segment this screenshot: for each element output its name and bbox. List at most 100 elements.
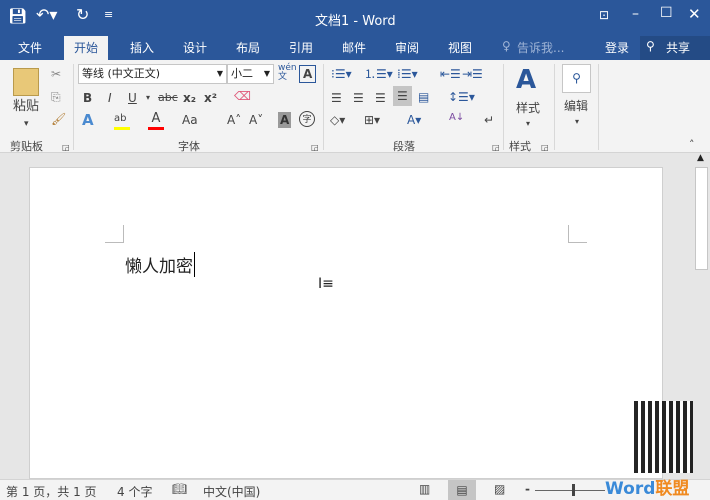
language[interactable]: 中文(中国) (203, 483, 260, 500)
word-count[interactable]: 4 个字 (117, 483, 152, 500)
web-layout-icon[interactable]: ▨ (494, 482, 505, 496)
maximize-button[interactable]: ☐ (660, 5, 673, 21)
zoom-slider[interactable] (535, 490, 605, 491)
strikethrough-button[interactable]: abc (158, 90, 178, 106)
share-button[interactable]: ⚲ 共享 (640, 36, 710, 60)
justify-icon[interactable]: ☰ (393, 86, 412, 106)
paragraph-launcher-icon[interactable]: ◲ (492, 140, 500, 156)
highlight-icon[interactable]: ab (114, 111, 130, 130)
margin-mark (105, 225, 124, 243)
zoom-out-button[interactable]: - (525, 482, 530, 496)
editing-dropdown-icon[interactable]: ▾ (575, 114, 579, 130)
distributed-icon[interactable]: ▤ (418, 89, 429, 105)
font-name-select[interactable]: 等线 (中文正文) ▼ (78, 64, 227, 84)
page-count[interactable]: 第 1 页，共 1 页 (6, 483, 97, 500)
numbering-icon[interactable]: ⒈☰▾ (364, 66, 393, 82)
tab-file[interactable]: 文件 (18, 39, 42, 56)
title-bar: 💾︎ ↶▾ ↻ ≡ 文档1 - Word ⊡ – ☐ ✕ (0, 0, 710, 36)
format-painter-icon[interactable]: 🖌︎ (51, 111, 66, 127)
bold-button[interactable]: B (83, 90, 92, 106)
margin-mark (568, 225, 587, 243)
change-case-icon[interactable]: Aa (182, 112, 198, 128)
paste-icon[interactable] (13, 68, 39, 96)
ribbon-display-icon[interactable]: ⊡ (599, 8, 609, 22)
close-button[interactable]: ✕ (688, 5, 701, 23)
styles-group-label: 样式 (509, 140, 531, 153)
i-beam-cursor-icon: I≡ (318, 276, 334, 292)
clipboard-group-label: 剪贴板 (10, 140, 43, 153)
save-icon[interactable]: 💾︎ (8, 7, 27, 25)
window-title: 文档1 - Word (315, 14, 396, 29)
grow-font-icon[interactable]: A˄ (227, 112, 241, 128)
read-mode-icon[interactable]: ▥ (419, 482, 430, 496)
status-bar: 第 1 页，共 1 页 4 个字 📖︎ 中文(中国) ▥ ▤ ▨ - Word联… (0, 479, 710, 500)
font-launcher-icon[interactable]: ◲ (311, 140, 319, 156)
shading-icon[interactable]: ◇▾ (330, 112, 345, 128)
sort-icon[interactable]: A↓ (449, 110, 464, 126)
bullets-icon[interactable]: ⁝☰▾ (331, 66, 352, 82)
font-color-icon[interactable]: A (148, 111, 164, 130)
subscript-button[interactable]: x₂ (183, 90, 196, 106)
paste-dropdown-icon[interactable]: ▾ (24, 116, 29, 132)
font-size-select[interactable]: 小二 ▼ (227, 64, 274, 84)
minimize-button[interactable]: – (632, 6, 639, 22)
font-group-label: 字体 (178, 140, 200, 153)
decrease-indent-icon[interactable]: ⇤☰ (440, 66, 461, 82)
document-text[interactable]: 懒人加密 (125, 252, 195, 277)
ribbon-tabs: 文件 开始 插入 设计 布局 引用 邮件 审阅 视图 ♀ 告诉我... 登录 ⚲… (0, 36, 710, 60)
redo-icon[interactable]: ↻ (76, 5, 89, 24)
styles-icon[interactable]: A (516, 65, 536, 95)
watermark-logo: Word联盟 (605, 479, 690, 499)
align-center-icon[interactable]: ☰ (353, 90, 364, 106)
styles-button[interactable]: 样式 (516, 100, 540, 116)
underline-button[interactable]: U (128, 90, 137, 106)
tab-mailings[interactable]: 邮件 (342, 39, 366, 56)
tab-design[interactable]: 设计 (183, 39, 207, 56)
proofing-icon[interactable]: 📖︎ (172, 482, 187, 496)
styles-launcher-icon[interactable]: ◲ (541, 140, 549, 156)
borders-icon[interactable]: ⊞▾ (364, 112, 380, 128)
shrink-font-icon[interactable]: A˅ (249, 112, 263, 128)
line-spacing-icon[interactable]: ↕☰▾ (448, 89, 475, 105)
copy-icon[interactable]: ⎘ (51, 89, 61, 105)
document-page[interactable]: 懒人加密 I≡ (29, 167, 706, 479)
multilevel-list-icon[interactable]: ⁞☰▾ (397, 66, 418, 82)
vertical-scrollbar[interactable]: ▲ (693, 153, 710, 479)
login-link[interactable]: 登录 (605, 39, 629, 56)
tell-me-input[interactable]: 告诉我... (517, 39, 564, 56)
tab-insert[interactable]: 插入 (130, 39, 154, 56)
italic-button[interactable]: I (108, 90, 112, 106)
find-icon[interactable]: ⚲ (562, 64, 591, 93)
customize-icon[interactable]: ≡ (104, 8, 113, 21)
person-add-icon: ⚲ (646, 39, 655, 53)
scroll-up-icon[interactable]: ▲ (697, 153, 704, 163)
zoom-slider-thumb[interactable] (572, 484, 575, 496)
phonetic-guide-icon[interactable]: wén 文 (278, 64, 297, 82)
scroll-thumb[interactable] (695, 167, 708, 270)
undo-icon[interactable]: ↶▾ (36, 5, 57, 24)
print-layout-icon[interactable]: ▤ (448, 480, 476, 500)
clear-formatting-icon[interactable]: ⌫ (234, 88, 251, 104)
paste-button[interactable]: 粘贴 (13, 99, 39, 115)
tab-view[interactable]: 视图 (448, 39, 472, 56)
superscript-button[interactable]: x² (204, 90, 217, 106)
editing-button[interactable]: 编辑 (564, 98, 588, 114)
styles-dropdown-icon[interactable]: ▾ (526, 116, 530, 132)
clipboard-launcher-icon[interactable]: ◲ (62, 140, 70, 156)
tab-layout[interactable]: 布局 (236, 39, 260, 56)
tab-home[interactable]: 开始 (64, 36, 109, 60)
tab-references[interactable]: 引用 (289, 39, 313, 56)
cut-icon[interactable]: ✂ (51, 66, 61, 82)
increase-indent-icon[interactable]: ⇥☰ (462, 66, 483, 82)
collapse-ribbon-icon[interactable]: ˄ (689, 137, 695, 153)
text-effects-icon[interactable]: A (82, 112, 94, 128)
enclose-char-icon[interactable]: 字 (299, 111, 315, 127)
asian-layout-icon[interactable]: A▾ (407, 112, 421, 128)
tab-review[interactable]: 审阅 (395, 39, 419, 56)
char-border-icon[interactable]: A (299, 65, 317, 83)
align-left-icon[interactable]: ☰ (331, 90, 342, 106)
char-shading-icon[interactable]: A (278, 112, 292, 128)
underline-dropdown-icon[interactable]: ▾ (146, 90, 150, 106)
show-marks-icon[interactable]: ↵ (484, 112, 494, 128)
align-right-icon[interactable]: ☰ (375, 90, 386, 106)
